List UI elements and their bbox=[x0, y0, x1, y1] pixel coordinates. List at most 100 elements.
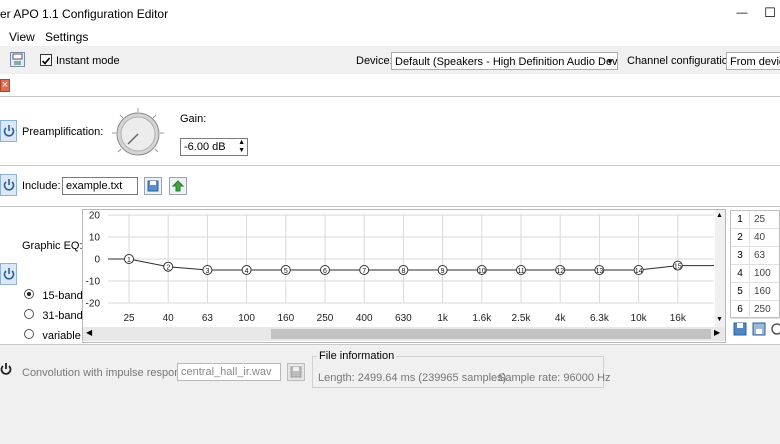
row-frequency: 40 bbox=[749, 229, 765, 246]
eq-band-point[interactable]: 7 bbox=[359, 265, 370, 276]
load-preset-icon[interactable] bbox=[752, 322, 766, 336]
eq-band-point[interactable]: 10 bbox=[476, 265, 487, 276]
eq-band-point[interactable]: 14 bbox=[633, 265, 644, 276]
svg-text:9: 9 bbox=[441, 268, 445, 275]
chevron-down-icon: ▼ bbox=[606, 57, 614, 66]
y-tick-label: -10 bbox=[86, 277, 101, 288]
x-tick-label: 100 bbox=[238, 313, 255, 324]
include-power-toggle[interactable] bbox=[0, 174, 17, 196]
file-length: Length: 2499.64 ms (239965 samples) bbox=[318, 372, 507, 384]
menu-settings[interactable]: Settings bbox=[45, 30, 88, 44]
graphic-eq-power-toggle[interactable] bbox=[0, 263, 17, 285]
scroll-down-icon[interactable]: ▼ bbox=[716, 316, 723, 323]
eq-vertical-scrollbar[interactable]: ▲ ▼ bbox=[715, 210, 725, 328]
device-select[interactable]: Default (Speakers - High Definition Audi… bbox=[391, 52, 618, 70]
device-select-value: Default (Speakers - High Definition Audi… bbox=[395, 56, 618, 68]
x-tick-label: 160 bbox=[277, 313, 294, 324]
x-tick-label: 25 bbox=[123, 313, 135, 324]
close-tab-button[interactable]: × bbox=[0, 79, 10, 92]
maximize-button[interactable]: ☐ bbox=[752, 0, 780, 26]
table-row[interactable]: 6 250 bbox=[731, 301, 779, 319]
eq-band-point[interactable]: 3 bbox=[202, 265, 213, 276]
table-row[interactable]: 2 40 bbox=[731, 229, 779, 247]
gain-value: -6.00 dB bbox=[184, 141, 226, 153]
band-label-15: 15-band bbox=[42, 290, 83, 302]
eq-curve bbox=[108, 258, 714, 271]
eq-band-point[interactable]: 1 bbox=[124, 254, 134, 265]
table-row[interactable]: 3 63 bbox=[731, 247, 779, 265]
eq-band-table[interactable]: 1 25 2 40 3 63 4 100 5 160 6 250 bbox=[730, 210, 780, 319]
gain-spinbox[interactable]: -6.00 dB ▲ ▼ bbox=[180, 138, 248, 156]
close-icon: × bbox=[1, 79, 9, 91]
scroll-right-icon[interactable]: ▶ bbox=[714, 328, 720, 337]
x-tick-label: 400 bbox=[356, 313, 373, 324]
preamp-power-toggle[interactable] bbox=[0, 120, 17, 142]
preamp-knob[interactable] bbox=[108, 106, 168, 162]
minimize-icon: — bbox=[736, 7, 748, 19]
x-tick-label: 10k bbox=[631, 313, 648, 324]
edit-include-button[interactable] bbox=[169, 177, 187, 195]
eq-band-point[interactable]: 11 bbox=[516, 265, 526, 276]
y-tick-label: 10 bbox=[89, 233, 101, 244]
eq-band-point[interactable]: 4 bbox=[241, 265, 252, 276]
row-frequency: 100 bbox=[749, 265, 771, 282]
save-icon[interactable] bbox=[10, 52, 25, 67]
floppy-icon bbox=[147, 180, 159, 192]
band-label-31: 31-band bbox=[42, 310, 83, 322]
x-tick-label: 4k bbox=[555, 313, 567, 324]
svg-text:10: 10 bbox=[478, 268, 486, 275]
scrollbar-thumb[interactable] bbox=[271, 329, 711, 339]
maximize-icon: ☐ bbox=[764, 5, 776, 20]
include-file-value: example.txt bbox=[66, 180, 123, 192]
power-icon bbox=[3, 179, 14, 191]
row-number: 1 bbox=[737, 214, 743, 225]
radio-icon bbox=[24, 329, 34, 339]
include-file-input[interactable]: example.txt bbox=[62, 177, 138, 195]
svg-text:4: 4 bbox=[245, 268, 249, 275]
x-tick-label: 1.6k bbox=[472, 313, 492, 324]
eq-graph[interactable]: 20100-10-2025 40 63 100 160 250 400 630 1k 1.6k 2.… bbox=[82, 209, 715, 327]
instant-mode-checkbox[interactable] bbox=[40, 54, 52, 66]
row-frequency: 250 bbox=[749, 301, 771, 318]
floppy-icon bbox=[290, 366, 302, 378]
settings-icon[interactable] bbox=[770, 322, 780, 336]
y-tick-label: 20 bbox=[89, 211, 101, 222]
x-tick-label: 250 bbox=[317, 313, 334, 324]
svg-text:14: 14 bbox=[635, 268, 643, 275]
table-row[interactable]: 4 100 bbox=[731, 265, 779, 283]
eq-band-point[interactable]: 6 bbox=[320, 265, 330, 276]
eq-horizontal-scrollbar[interactable]: ◀ ▶ bbox=[83, 327, 725, 341]
band-radio-31[interactable]: 31-band bbox=[24, 308, 83, 322]
save-preset-icon[interactable] bbox=[733, 322, 747, 336]
convolution-label: Convolution with impulse response: bbox=[22, 367, 196, 379]
file-information-title: File information bbox=[317, 350, 397, 362]
eq-band-point[interactable]: 5 bbox=[280, 265, 291, 276]
row-number: 6 bbox=[737, 304, 743, 315]
spin-arrows-icon[interactable]: ▲ ▼ bbox=[238, 139, 245, 155]
impulse-file-input[interactable]: central_hall_ir.wav bbox=[177, 363, 281, 381]
y-tick-label: 0 bbox=[94, 255, 100, 266]
band-radio-15[interactable]: 15-band bbox=[24, 288, 83, 302]
table-row[interactable]: 5 160 bbox=[731, 283, 779, 301]
eq-band-point[interactable]: 8 bbox=[398, 265, 409, 276]
eq-band-point[interactable]: 9 bbox=[437, 265, 448, 276]
menu-view[interactable]: View bbox=[9, 30, 35, 44]
channel-config-label: Channel configuration: bbox=[627, 55, 738, 67]
scroll-left-icon[interactable]: ◀ bbox=[86, 328, 92, 337]
instant-mode-label: Instant mode bbox=[56, 55, 120, 67]
row-number: 4 bbox=[737, 268, 743, 279]
eq-band-point[interactable]: 12 bbox=[555, 265, 566, 276]
svg-text:2: 2 bbox=[166, 265, 170, 272]
power-icon bbox=[0, 363, 12, 375]
eq-band-point[interactable]: 13 bbox=[594, 265, 605, 276]
eq-band-point[interactable]: 15 bbox=[672, 260, 683, 271]
eq-band-point[interactable]: 2 bbox=[163, 261, 174, 272]
scroll-up-icon[interactable]: ▲ bbox=[716, 212, 723, 219]
convolution-power-toggle[interactable] bbox=[0, 362, 14, 380]
band-radio-variable[interactable]: variable bbox=[24, 328, 81, 342]
open-file-button[interactable] bbox=[144, 177, 162, 195]
open-impulse-button[interactable] bbox=[287, 363, 305, 381]
channel-config-select[interactable]: From device bbox=[726, 52, 780, 70]
x-tick-label: 40 bbox=[163, 313, 175, 324]
table-row[interactable]: 1 25 bbox=[731, 211, 779, 229]
